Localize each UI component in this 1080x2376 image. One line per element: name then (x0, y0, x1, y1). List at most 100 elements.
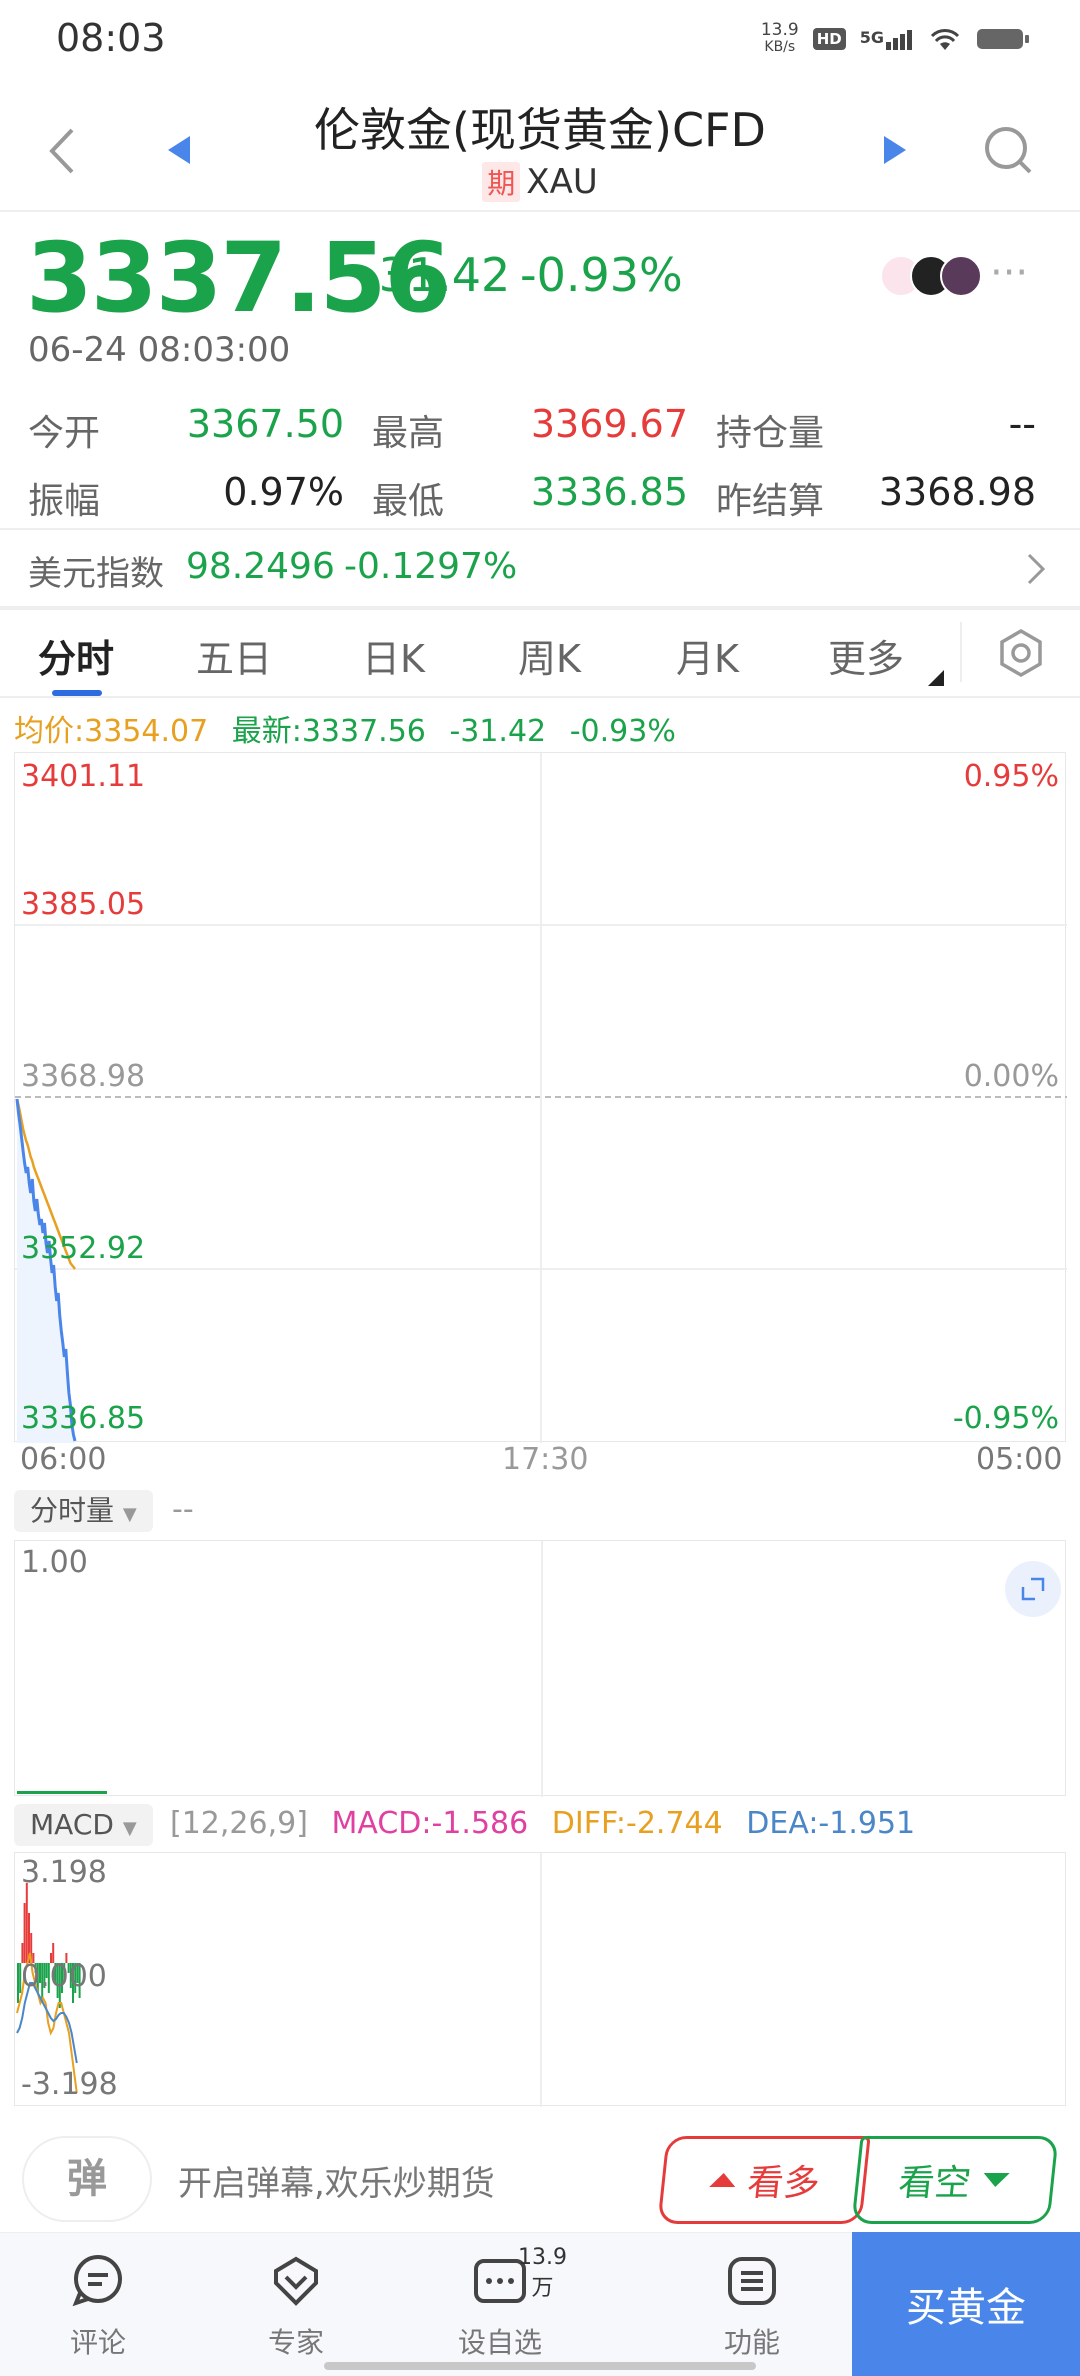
open-label: 今开 (28, 413, 101, 454)
avg-price-legend: 均价:3354.07 (14, 714, 209, 749)
amplitude-value: 0.97% (223, 470, 344, 514)
down-arrow-icon (983, 2173, 1010, 2187)
bearish-label: 看空 (896, 2163, 973, 2204)
low-label: 最低 (372, 481, 445, 522)
settings-icon[interactable] (996, 628, 1046, 678)
indicator-selector-label: MACD (30, 1808, 114, 1841)
next-instrument-icon[interactable] (882, 134, 908, 166)
macd-bottom-label: -3.198 (21, 2067, 118, 2102)
status-time: 08:03 (56, 16, 166, 60)
nav-expert[interactable]: 专家 (236, 2253, 356, 2361)
tab-more[interactable]: 更多 (828, 628, 904, 683)
tab-weekly-k[interactable]: 周K (518, 628, 581, 683)
dropdown-corner-icon (928, 670, 944, 686)
expand-icon[interactable] (1005, 1561, 1061, 1617)
tab-five-day[interactable]: 五日 (196, 628, 272, 683)
latest-change-legend: -31.42 (449, 714, 547, 749)
bullish-label: 看多 (745, 2163, 822, 2204)
tabs-divider (0, 696, 1080, 698)
section-divider (0, 606, 1080, 610)
page-title: 伦敦金(现货黄金)CFD (314, 103, 766, 157)
x-label-start: 06:00 (20, 1442, 107, 1477)
danmu-toggle-button[interactable]: 弹 (22, 2136, 152, 2222)
x-label-mid: 17:30 (502, 1442, 589, 1477)
latest-pct-legend: -0.93% (569, 714, 676, 749)
intraday-chart[interactable]: 3401.11 3385.05 3368.98 3352.92 3336.85 … (14, 752, 1067, 1443)
tab-monthly-k[interactable]: 月K (676, 628, 739, 683)
low-value: 3336.85 (530, 470, 688, 514)
bullish-button[interactable]: 看多 (657, 2136, 871, 2224)
quote-timestamp: 06-24 08:03:00 (28, 330, 291, 370)
wifi-icon (930, 29, 960, 50)
tab-divider (960, 622, 962, 682)
pct-label-max: 0.95% (963, 759, 1059, 794)
open-interest-value: -- (1008, 402, 1036, 446)
price-change: -31.42 (362, 248, 511, 302)
code-text: XAU (526, 162, 598, 202)
usd-index-label[interactable]: 美元指数 (28, 546, 164, 595)
nav-comment[interactable]: 评论 (38, 2253, 158, 2361)
chart-legend: 均价:3354.07 最新:3337.56 -31.42 -0.93% (14, 706, 676, 750)
indicator-selector[interactable]: MACD ▼ (14, 1804, 153, 1846)
y-label-max: 3401.11 (21, 759, 146, 794)
intraday-chart-svg (15, 753, 1067, 1443)
chevron-right-icon[interactable] (1026, 552, 1046, 586)
macd-legend: [12,26,9] MACD:-1.586 DIFF:-2.744 DEA:-1… (170, 1806, 915, 1841)
volume-max-label: 1.00 (21, 1545, 88, 1580)
tab-daily-k[interactable]: 日K (362, 628, 425, 683)
x-label-end: 05:00 (976, 1442, 1063, 1477)
network-type: 5G (859, 28, 884, 47)
tab-intraday[interactable]: 分时 (38, 628, 114, 683)
bearish-button[interactable]: 看空 (851, 2136, 1059, 2224)
nav-comment-label: 评论 (69, 2326, 126, 2359)
futures-badge: 期 (482, 162, 521, 202)
price-area (17, 1099, 75, 1443)
usd-index-change: -0.1297% (344, 546, 518, 587)
macd-chart[interactable]: 3.198 0.000 -3.198 (14, 1852, 1066, 2107)
amplitude-label: 振幅 (28, 481, 101, 522)
volume-selector-label: 分时量 (30, 1494, 115, 1527)
diff-value: DIFF:-2.744 (551, 1806, 723, 1841)
network-speed: 13.9 KB/s (761, 22, 799, 56)
signal-icon: 5G (860, 28, 914, 50)
expert-icon (274, 2256, 318, 2306)
open-value: 3367.50 (186, 402, 344, 446)
pct-label-min: -0.95% (952, 1401, 1059, 1436)
price-change-pct: -0.93% (520, 248, 683, 302)
volume-chart[interactable]: 1.00 (14, 1540, 1066, 1797)
dea-value: DEA:-1.951 (746, 1806, 916, 1841)
nav-function[interactable]: 功能 (692, 2253, 812, 2361)
macd-bar (17, 1963, 19, 2003)
macd-chart-svg (16, 1853, 542, 2107)
nav-watchlist-label: 设自选 (457, 2326, 542, 2359)
dea-line (16, 1982, 78, 2064)
high-label: 最高 (372, 413, 445, 454)
avatar-group[interactable] (880, 255, 982, 297)
macd-bar (23, 1903, 26, 1963)
stats-divider (0, 528, 1080, 530)
macd-params: [12,26,9] (170, 1806, 308, 1841)
nav-function-label: 功能 (723, 2326, 780, 2359)
menu-icon (728, 2257, 776, 2305)
nav-watchlist[interactable]: 设自选 13.9万 (440, 2245, 567, 2361)
search-icon[interactable] (982, 124, 1034, 176)
speed-unit: KB/s (764, 39, 796, 55)
header-divider (0, 210, 1080, 212)
high-value: 3369.67 (530, 402, 688, 446)
y-label-mid: 3368.98 (21, 1059, 146, 1094)
hd-icon: HD (812, 28, 846, 50)
buy-gold-button[interactable]: 买黄金 (852, 2232, 1080, 2376)
battery-icon (977, 29, 1029, 49)
danmu-prompt[interactable]: 开启弹幕,欢乐炒期货 (178, 2156, 495, 2205)
macd-mid-label: 0.000 (21, 1959, 107, 1994)
more-icon[interactable]: ··· (990, 250, 1028, 296)
home-indicator[interactable] (324, 2362, 756, 2370)
y-label-lower: 3352.92 (21, 1231, 146, 1266)
volume-selector[interactable]: 分时量 ▼ (14, 1490, 153, 1532)
macd-bar (25, 1883, 28, 1963)
instrument-code: 期 XAU (0, 162, 1080, 202)
nav-expert-label: 专家 (267, 2326, 324, 2359)
prev-settle-label: 昨结算 (716, 481, 825, 522)
macd-top-label: 3.198 (21, 1855, 107, 1890)
watch-count-badge: 13.9万 (518, 2245, 567, 2301)
